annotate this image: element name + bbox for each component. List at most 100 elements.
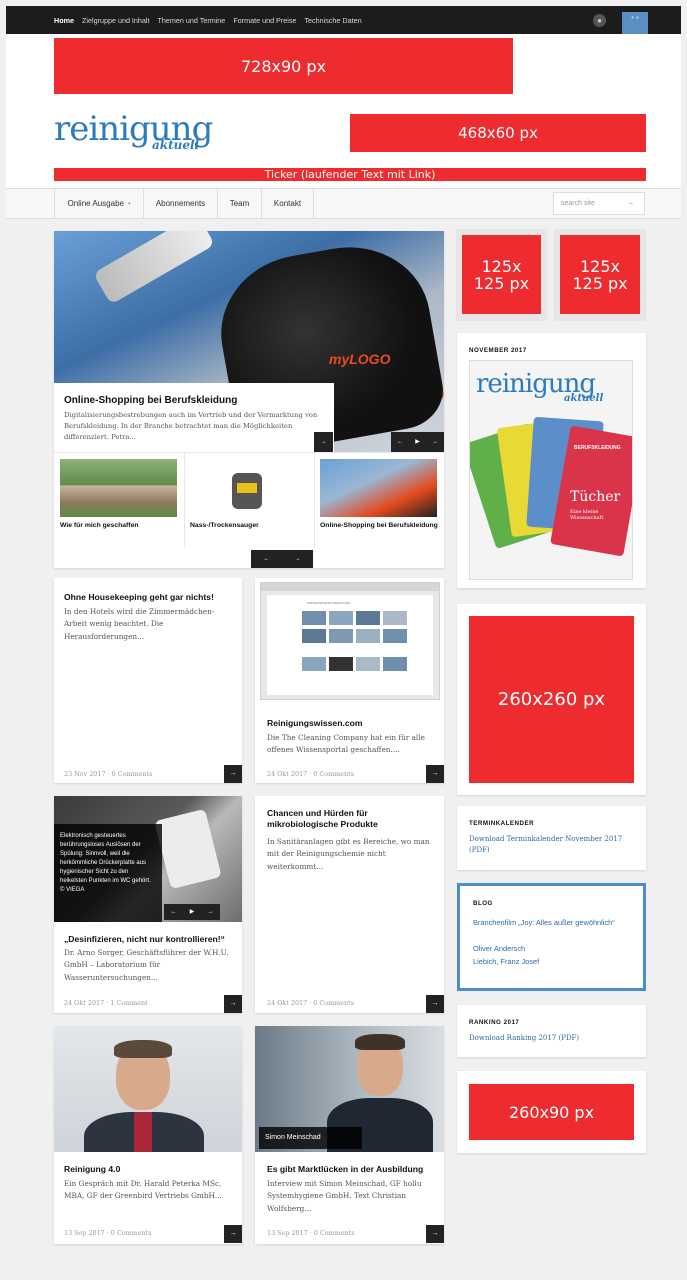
article-card: Reinigung 4.0 Ein Gespräch mit Dr. Haral…: [54, 1026, 242, 1244]
hero-read-arrow[interactable]: →: [314, 432, 333, 452]
ad-125x125[interactable]: 125x 125 px: [560, 235, 640, 314]
image-caption: Simon Meinschad: [259, 1127, 362, 1149]
article-card: WISSENSPORTAL REINIGUNG Reinigungswissen…: [255, 578, 444, 783]
thumb-next-icon[interactable]: →: [295, 550, 301, 568]
hero-next-icon[interactable]: →: [432, 432, 438, 452]
nav-abonnements[interactable]: Abonnements: [144, 189, 218, 218]
site-logo[interactable]: reinigung aktuell: [54, 112, 213, 152]
magazine-cover-image[interactable]: reinigung aktuell BERUFSKLEIDUNG Tücher …: [469, 360, 633, 580]
slider-controls: ← ▶ →: [164, 904, 220, 920]
nav-online-ausgabe[interactable]: Online Ausgabe ▾: [54, 189, 144, 218]
widget-title: BLOG: [473, 900, 493, 907]
article-excerpt: Interview mit Simon Meinschad, GF hollu …: [267, 1179, 422, 1213]
portrait-tie-graphic: [134, 1112, 152, 1152]
article-title[interactable]: Reinigungswissen.com: [267, 718, 437, 729]
prev-icon[interactable]: ←: [171, 904, 177, 920]
article-title[interactable]: Es gibt Marktlücken in der Ausbildung: [267, 1164, 442, 1175]
nav-kontakt[interactable]: Kontakt: [262, 189, 314, 218]
screenshot-thumb: [329, 611, 353, 625]
thumb-hotel-image[interactable]: [60, 459, 177, 517]
blog-link[interactable]: Liebich, Franz Josef: [473, 955, 633, 968]
termine-widget: TERMINKALENDER Download Terminkalender N…: [457, 806, 646, 870]
thumb-title-3[interactable]: Online-Shopping bei Berufskleidung: [320, 521, 438, 530]
thumb-shoe-image[interactable]: [320, 459, 437, 517]
hero-play-icon[interactable]: ▶: [415, 432, 420, 452]
ad-728x90[interactable]: 728x90 px: [54, 38, 513, 94]
article-title[interactable]: Ohne Housekeeping geht gar nichts!: [64, 592, 234, 603]
thumb-divider: [54, 452, 444, 453]
article-card: Ohne Housekeeping geht gar nichts! In de…: [54, 578, 242, 783]
main-nav: Online Ausgabe ▾ Abonnements Team Kontak…: [6, 188, 681, 219]
article-excerpt: Dr. Arno Sorger, Geschäftsführer der W.H…: [64, 948, 229, 982]
screenshot-page: WISSENSPORTAL REINIGUNG: [267, 595, 433, 695]
top-nav-zielgruppe[interactable]: Zielgruppe und Inhalt: [82, 16, 150, 25]
hero-prev-icon[interactable]: ←: [397, 432, 403, 452]
machine-arm-graphic: [93, 231, 215, 305]
website-screenshot-image[interactable]: WISSENSPORTAL REINIGUNG: [260, 582, 440, 700]
ad-125x125[interactable]: 125x 125 px: [462, 235, 541, 314]
hero-overlay: Online-Shopping bei Berufskleidung Digit…: [54, 383, 334, 453]
search-arrow-icon[interactable]: →: [627, 193, 634, 214]
chevron-down-icon: ▾: [127, 200, 131, 207]
screenshot-thumb: [383, 657, 407, 671]
article-title[interactable]: „Desinfizieren, nicht nur kontrollieren!…: [64, 934, 239, 945]
ad-260x90[interactable]: 260x90 px: [469, 1084, 634, 1140]
image-caption: Elektronisch gesteuertes berührungsloses…: [54, 824, 162, 922]
thumb-title-1[interactable]: Wie für mich geschaffen: [60, 521, 178, 530]
screenshot-thumb: [302, 657, 326, 671]
widget-title: TERMINKALENDER: [469, 820, 535, 827]
article-read-arrow[interactable]: →: [224, 995, 242, 1013]
hero-photo-label: myLOGO: [329, 351, 391, 367]
cover-tag: BERUFSKLEIDUNG: [574, 445, 621, 451]
top-nav-formate[interactable]: Formate und Preise: [233, 16, 296, 25]
article-excerpt: Die The Cleaning Company hat ein für all…: [267, 733, 425, 755]
nav-team[interactable]: Team: [218, 189, 262, 218]
thumb-divider: [314, 452, 315, 547]
article-excerpt: In den Hotels wird die Zimmermädchen-Arb…: [64, 607, 215, 641]
article-read-arrow[interactable]: →: [224, 765, 242, 783]
ad-260x260[interactable]: 260x260 px: [469, 616, 634, 783]
article-title[interactable]: Chancen und Hürden für mikrobiologische …: [267, 808, 437, 830]
thumb-title-2[interactable]: Nass-/Trockensauger: [190, 521, 308, 530]
article-meta: 24 Okt 2017 · 0 Comments: [267, 770, 354, 778]
next-icon[interactable]: →: [207, 904, 213, 920]
screenshot-thumb: [356, 657, 380, 671]
top-nav-home[interactable]: Home: [54, 16, 74, 25]
article-read-arrow[interactable]: →: [224, 1225, 242, 1243]
hero-card: myLOGO Online-Shopping bei Berufskleidun…: [54, 231, 444, 568]
article-excerpt: Ein Gespräch mit Dr. Harald Peterka MSc,…: [64, 1179, 222, 1201]
screenshot-thumb: [383, 611, 407, 625]
top-nav-technik[interactable]: Technische Daten: [304, 16, 361, 25]
ad-125-container: 125x 125 px: [554, 229, 646, 321]
article-meta: 24 Okt 2017 · 0 Comments: [267, 999, 354, 1007]
ad-125-container: 125x 125 px: [456, 229, 547, 321]
play-icon[interactable]: ▶: [190, 904, 195, 920]
search-input[interactable]: search site →: [553, 192, 645, 215]
article-read-arrow[interactable]: →: [426, 1225, 444, 1243]
blog-link[interactable]: Branchenfilm „Joy: Alles außer gewöhnlic…: [473, 916, 633, 929]
ranking-download-link[interactable]: Download Ranking 2017 (PDF): [469, 1033, 639, 1044]
article-image[interactable]: [54, 1026, 242, 1152]
vacuum-stripe: [237, 483, 257, 493]
top-nav-themen[interactable]: Themen und Termine: [158, 16, 226, 25]
article-meta: 23 Nov 2017 · 0 Comments: [64, 770, 153, 778]
ticker-bar[interactable]: Ticker (laufender Text mit Link): [54, 168, 646, 181]
ad-260x90-widget: 260x90 px: [457, 1071, 646, 1153]
ad-468x60[interactable]: 468x60 px: [350, 114, 646, 152]
portrait-hair-graphic: [114, 1040, 172, 1058]
rss-icon[interactable]: ●: [593, 14, 606, 27]
thumb-prev-icon[interactable]: ←: [264, 550, 270, 568]
termine-download-link[interactable]: Download Terminkalender November 2017 (P…: [469, 834, 639, 856]
flush-plate-graphic: [154, 808, 222, 890]
screenshot-thumb: [329, 629, 353, 643]
ranking-widget: RANKING 2017 Download Ranking 2017 (PDF): [457, 1005, 646, 1057]
hero-title[interactable]: Online-Shopping bei Berufskleidung: [64, 395, 324, 406]
blog-link[interactable]: Oliver Andersch: [473, 942, 633, 955]
article-read-arrow[interactable]: →: [426, 765, 444, 783]
article-excerpt: In Sanitäranlagen gibt es Bereiche, wo m…: [267, 837, 430, 871]
article-read-arrow[interactable]: →: [426, 995, 444, 1013]
article-title[interactable]: Reinigung 4.0: [64, 1164, 239, 1175]
top-nav: Home Zielgruppe und Inhalt Themen und Te…: [54, 6, 370, 34]
magazine-widget: NOVEMBER 2017 reinigung aktuell BERUFSKL…: [457, 333, 646, 588]
thumb-vacuum-image[interactable]: [190, 459, 307, 517]
